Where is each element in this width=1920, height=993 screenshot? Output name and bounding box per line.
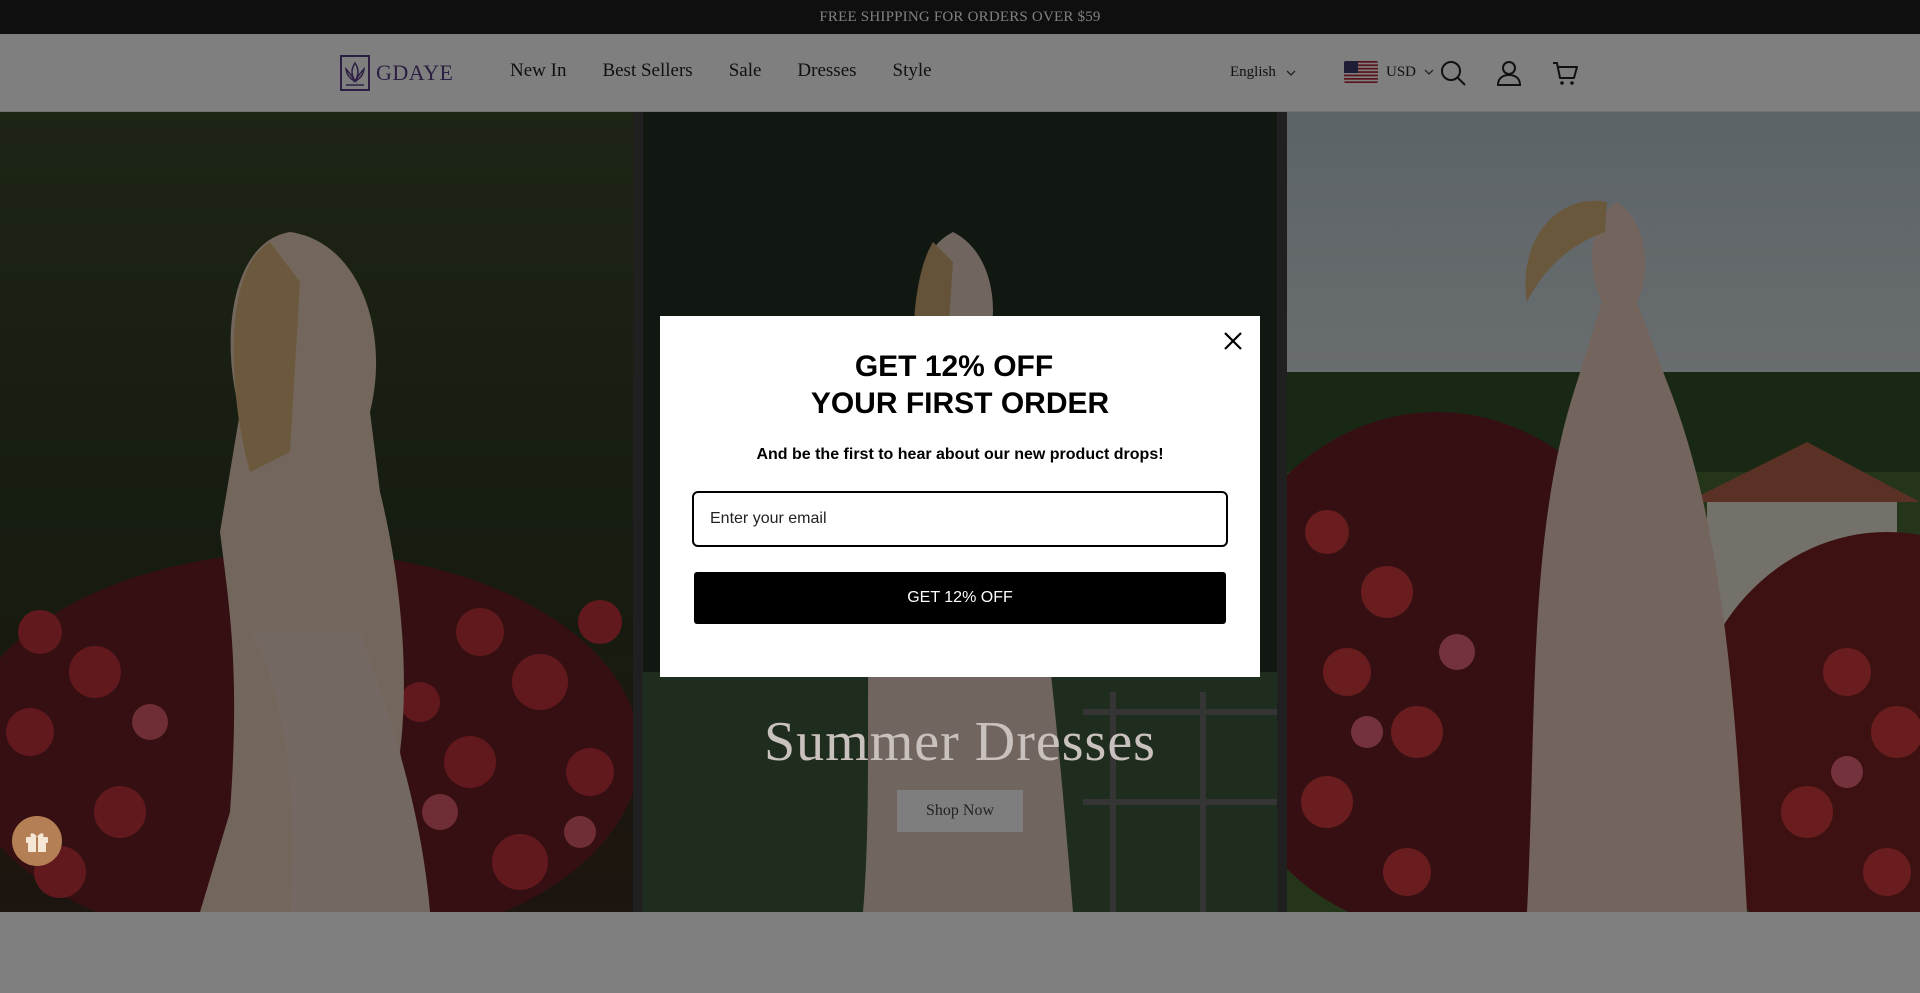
gift-icon bbox=[26, 833, 48, 852]
email-signup-modal: GET 12% OFF YOUR FIRST ORDER And be the … bbox=[660, 316, 1260, 677]
shop-now-button[interactable]: Shop Now bbox=[897, 790, 1023, 832]
rewards-launcher-button[interactable] bbox=[12, 816, 62, 866]
close-icon bbox=[1224, 332, 1242, 350]
popup-headline-line2: YOUR FIRST ORDER bbox=[810, 387, 1110, 420]
email-input[interactable] bbox=[692, 491, 1228, 547]
popup-headline: GET 12% OFF bbox=[854, 350, 1054, 383]
popup-subtext: And be the first to hear about our new p… bbox=[756, 446, 1164, 463]
get-discount-button[interactable]: GET 12% OFF bbox=[694, 572, 1226, 624]
hero-title: Summer Dresses bbox=[764, 711, 1156, 773]
